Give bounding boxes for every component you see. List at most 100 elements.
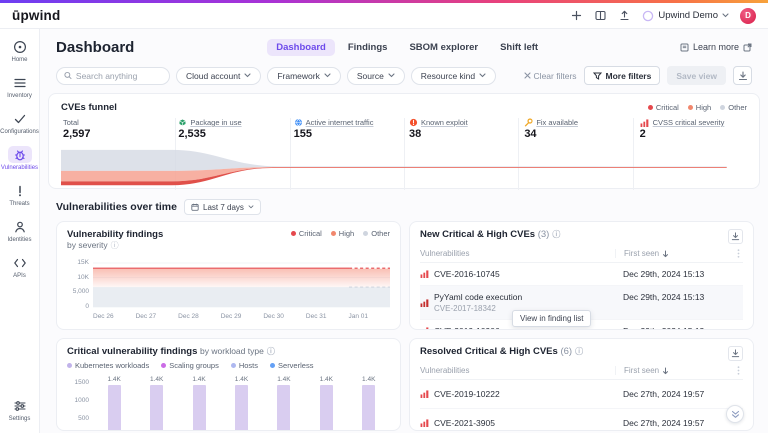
filter-cloud-account[interactable]: Cloud account	[176, 67, 261, 85]
funnel-stage-known-exploit: Known exploit 38	[401, 118, 516, 140]
workload-legend: Kubernetes workloads Scaling groups Host…	[67, 361, 390, 370]
download-icon[interactable]	[728, 229, 743, 244]
top-bar: ūpwind Upwind Demo D	[0, 3, 768, 29]
critical-dot-icon	[291, 231, 296, 236]
calendar-icon	[191, 203, 199, 211]
download-icon[interactable]	[733, 66, 752, 85]
sidebar-item-apis[interactable]: APIs	[0, 254, 39, 279]
search-box[interactable]	[56, 67, 170, 85]
stage-value: 2	[640, 128, 747, 140]
save-view-button[interactable]: Save view	[667, 66, 726, 85]
double-chevron-down-icon	[731, 410, 740, 419]
home-icon	[8, 38, 32, 55]
x-axis-labels: Dec 26 Dec 27 Dec 28 Dec 29 Dec 30 Dec 3…	[93, 313, 390, 320]
stage-value: 2,535	[178, 128, 285, 140]
other-dot-icon	[363, 231, 368, 236]
tab-sbom-explorer[interactable]: SBOM explorer	[400, 39, 487, 56]
upwind-logo: ūpwind	[12, 8, 60, 23]
sliders-icon	[8, 397, 32, 414]
tab-dashboard[interactable]: Dashboard	[267, 39, 335, 56]
info-icon[interactable]: ⓘ	[111, 241, 119, 250]
org-name: Upwind Demo	[658, 10, 718, 21]
column-menu-icon[interactable]	[733, 366, 743, 375]
filter-bar: Cloud account Framework Source Resource …	[56, 66, 752, 85]
high-dot-icon	[331, 231, 336, 236]
bar[interactable]: 1.4K	[192, 376, 205, 431]
funnel-stage-active-internet-traffic: Active internet traffic 155	[286, 118, 401, 140]
panel-title: Vulnerability findings	[67, 229, 163, 240]
column-menu-icon[interactable]	[733, 249, 743, 258]
stage-value: 38	[409, 128, 516, 140]
hosts-dot-icon	[231, 363, 236, 368]
table-row[interactable]: CVE-2019-10222 Dec 27th, 2024 19:57	[420, 380, 743, 409]
filter-resource-kind[interactable]: Resource kind	[411, 67, 496, 85]
new-cves-card: New Critical & High CVEs (3)ⓘ Vulnerabil…	[409, 221, 754, 330]
severity-bars-icon	[420, 270, 430, 278]
table-header: Vulnerabilities First seen	[420, 244, 743, 263]
bar[interactable]: 1.4K	[277, 376, 290, 431]
funnel-icon	[593, 72, 602, 80]
funnel-chart	[61, 146, 727, 190]
scroll-down-button[interactable]	[726, 405, 744, 423]
date-range-selector[interactable]: Last 7 days	[184, 199, 261, 215]
export-icon[interactable]	[618, 9, 631, 22]
table-header: Vulnerabilities First seen	[420, 361, 743, 380]
chevron-down-icon	[324, 73, 331, 78]
sidebar-item-home[interactable]: Home	[0, 38, 39, 63]
info-icon[interactable]: ⓘ	[575, 347, 583, 356]
chevron-down-icon	[479, 73, 486, 78]
chevron-down-icon	[388, 73, 395, 78]
stage-value: 155	[294, 128, 401, 140]
add-icon[interactable]	[570, 9, 583, 22]
search-input[interactable]	[76, 71, 162, 81]
bar[interactable]: 1.4K	[108, 376, 121, 431]
sidebar-item-identities[interactable]: Identities	[0, 218, 39, 243]
chevron-down-icon	[248, 205, 254, 209]
info-icon[interactable]: ⓘ	[267, 347, 275, 356]
tooltip: View in finding list	[512, 310, 591, 327]
sidebar-item-settings[interactable]: Settings	[0, 397, 39, 422]
sidebar-item-threats[interactable]: Threats	[0, 182, 39, 207]
package-icon	[178, 118, 187, 127]
close-icon	[524, 72, 531, 79]
exclamation-icon	[8, 182, 32, 199]
clear-filters-link[interactable]: Clear filters	[524, 71, 577, 81]
sidebar-item-inventory[interactable]: Inventory	[0, 74, 39, 99]
funnel-title: CVEs funnel	[61, 102, 747, 113]
user-avatar[interactable]: D	[740, 8, 756, 24]
sort-desc-icon	[662, 250, 669, 258]
table-row[interactable]: CVE-2016-10745 Dec 29th, 2024 15:13	[420, 263, 743, 286]
more-filters-button[interactable]: More filters	[584, 66, 661, 85]
docs-icon	[680, 43, 689, 52]
bar[interactable]: 1.4K	[320, 376, 333, 431]
y-axis-labels: 1500 1000 500	[67, 373, 93, 431]
alert-icon	[409, 118, 418, 127]
severity-legend: Critical High Other	[648, 103, 747, 112]
inventory-icon	[8, 74, 32, 91]
filter-framework[interactable]: Framework	[267, 67, 341, 85]
critical-findings-by-workload-card: Critical vulnerability findings by workl…	[56, 338, 401, 431]
bar[interactable]: 1.4K	[362, 376, 375, 431]
org-avatar-icon	[642, 10, 654, 22]
filter-source[interactable]: Source	[347, 67, 405, 85]
severity-bars-icon	[420, 327, 430, 330]
org-selector[interactable]: Upwind Demo	[642, 10, 729, 22]
tab-findings[interactable]: Findings	[339, 39, 397, 56]
table-row[interactable]: CVE-2021-3905 Dec 27th, 2024 19:57	[420, 409, 743, 431]
search-icon	[64, 71, 72, 80]
bar[interactable]: 1.4K	[235, 376, 248, 431]
learn-more-link[interactable]: Learn more	[680, 42, 752, 52]
tab-shift-left[interactable]: Shift left	[491, 39, 547, 56]
funnel-stage-package-in-use: Package in use 2,535	[170, 118, 285, 140]
download-icon[interactable]	[728, 346, 743, 361]
critical-dot-icon	[648, 105, 653, 110]
info-icon[interactable]: ⓘ	[552, 230, 560, 239]
severity-legend: Critical High Other	[291, 229, 390, 238]
panel-layout-icon[interactable]	[594, 9, 607, 22]
serverless-dot-icon	[270, 363, 275, 368]
scaling-groups-dot-icon	[161, 363, 166, 368]
bar[interactable]: 1.4K	[150, 376, 163, 431]
sidebar-item-vulnerabilities[interactable]: Vulnerabilities	[0, 146, 39, 171]
severity-bars-icon	[640, 119, 650, 127]
sidebar-item-configurations[interactable]: Configurations	[0, 110, 39, 135]
